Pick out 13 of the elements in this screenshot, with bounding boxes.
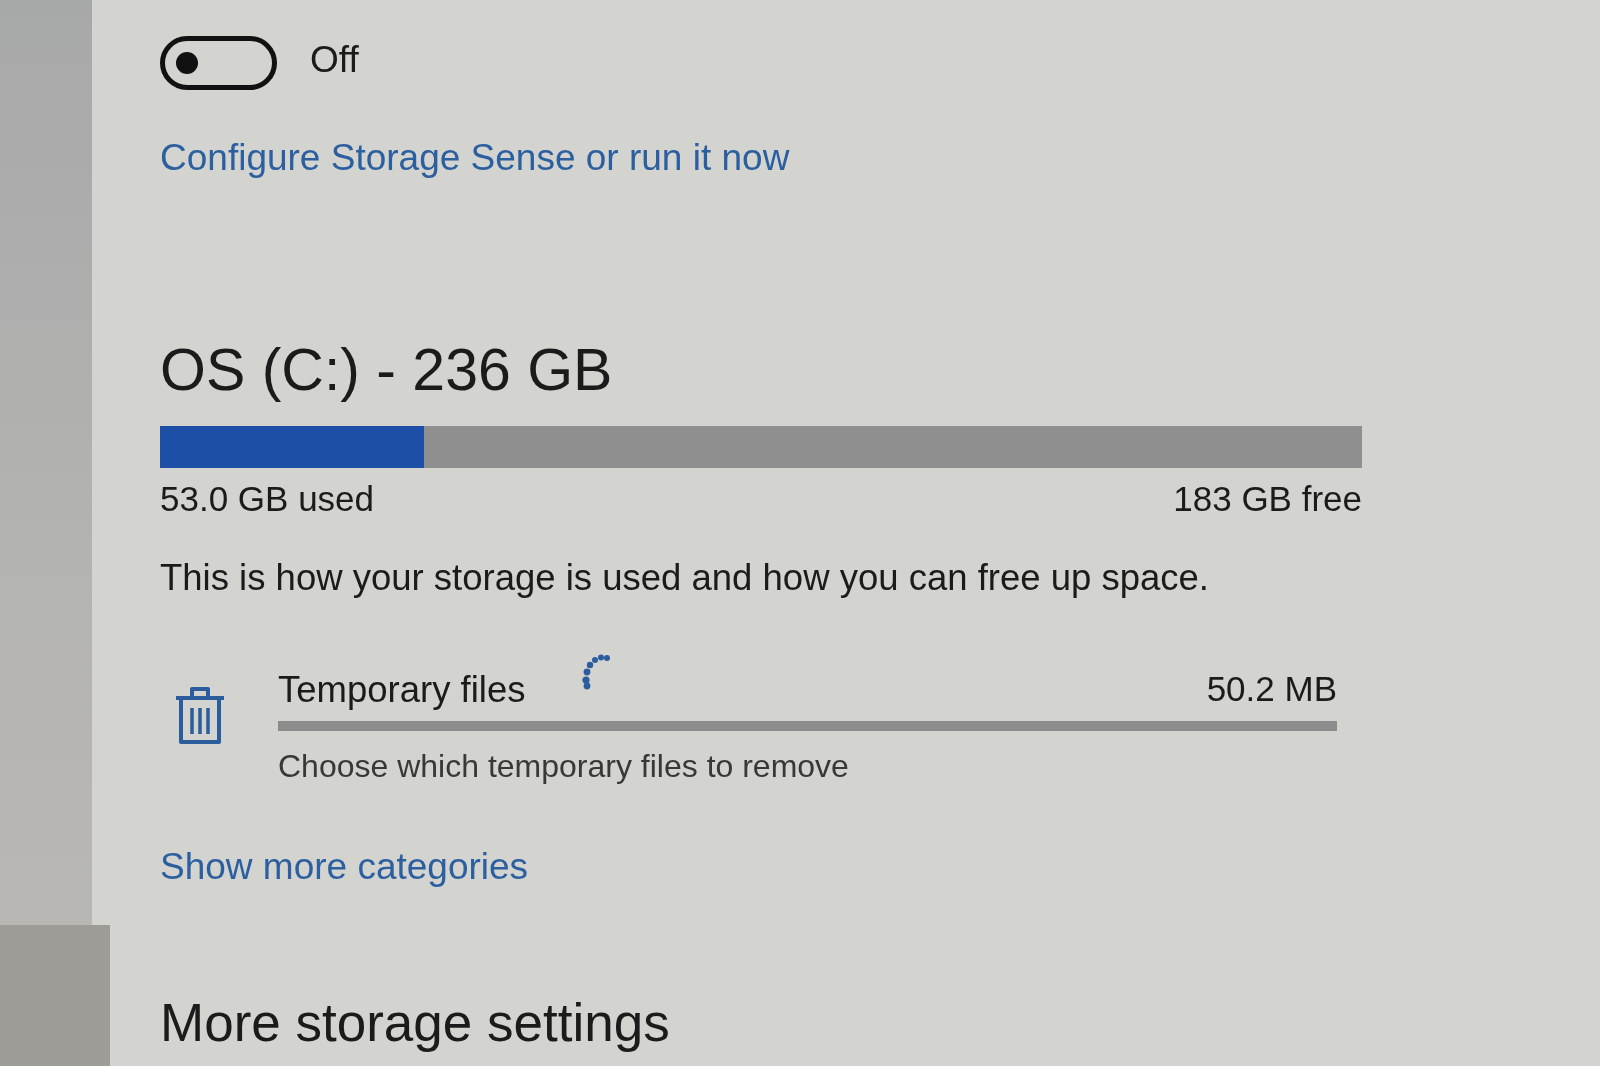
show-more-link[interactable]: Show more categories xyxy=(160,845,529,890)
category-size: 50.2 MB xyxy=(1206,668,1337,710)
trash-icon xyxy=(174,684,226,746)
description-text: This is how your storage is used and how you can free up space. xyxy=(160,556,1210,600)
category-hint: Choose which temporary files to remove xyxy=(278,746,850,786)
configure-link[interactable]: Configure Storage Sense or run it now xyxy=(160,137,790,178)
drive-title: OS (C:) - 236 GB xyxy=(160,336,614,406)
toggle-label: Off xyxy=(310,38,359,82)
toggle-switch[interactable] xyxy=(160,36,277,90)
used-space-label: 53.0 GB used xyxy=(160,478,375,521)
free-space-label: 183 GB free xyxy=(1173,478,1362,521)
category-name[interactable]: Temporary files xyxy=(278,668,526,712)
section-heading: More storage settings xyxy=(160,993,671,1052)
